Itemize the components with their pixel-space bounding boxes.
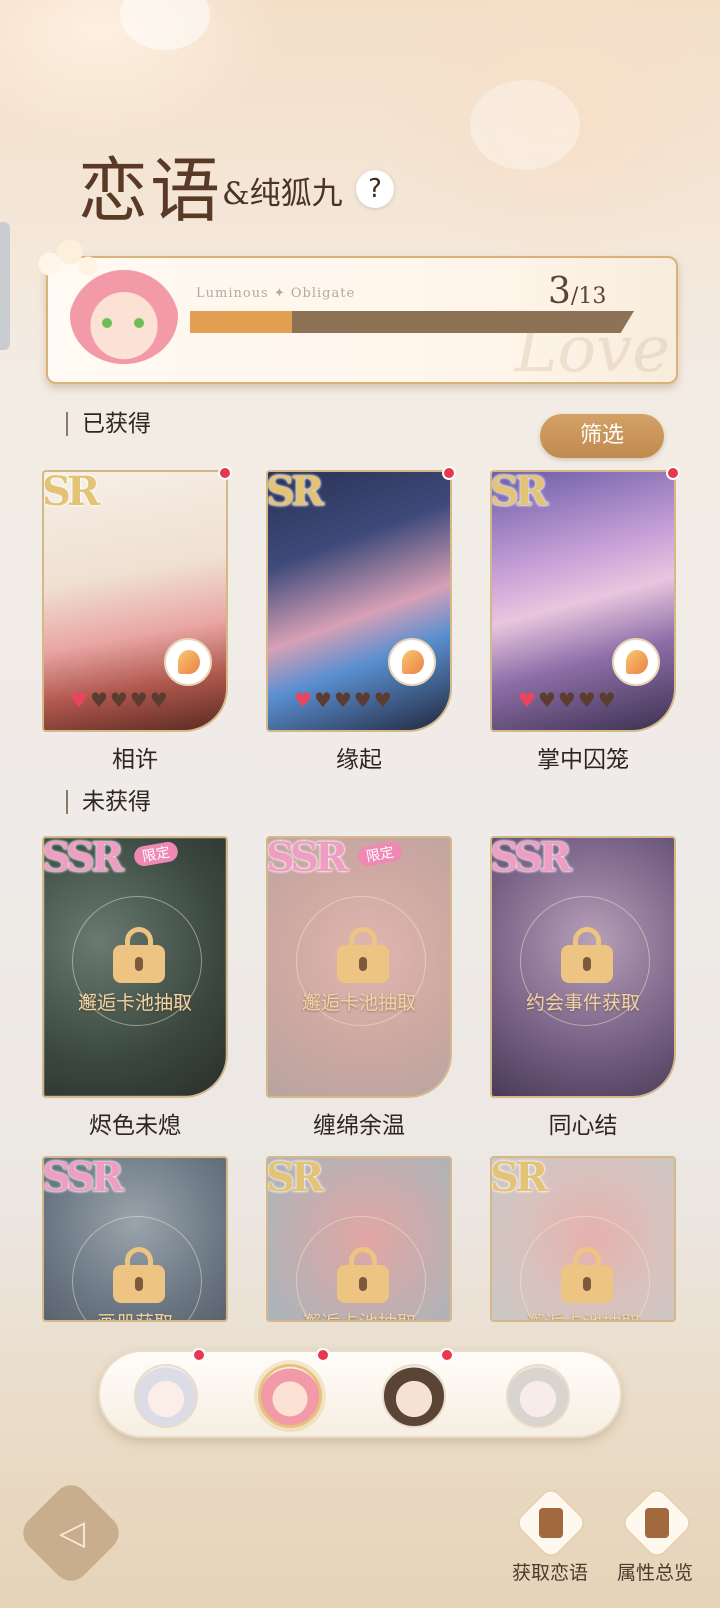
affinity-hearts: ♥♥♥♥♥ xyxy=(70,688,170,712)
rarity-badge: SR xyxy=(266,470,324,515)
attribute-overview-label: 属性总览 xyxy=(617,1562,694,1584)
affinity-hearts: ♥♥♥♥♥ xyxy=(294,688,394,712)
notification-dot xyxy=(218,466,232,480)
rarity-badge: SR xyxy=(490,1156,548,1201)
card-book-icon xyxy=(539,1508,563,1538)
side-drawer-handle[interactable] xyxy=(0,222,10,350)
rarity-badge: SSR xyxy=(42,836,124,881)
filter-button[interactable]: 筛选 xyxy=(540,414,664,458)
lock-icon xyxy=(337,1247,389,1303)
progress-bar xyxy=(190,311,634,333)
back-arrow-icon: ◁ xyxy=(58,1513,86,1553)
brown-hair-character-avatar[interactable] xyxy=(382,1364,446,1428)
section-title-unobtained: 未获得 xyxy=(66,790,151,814)
card-locked[interactable]: SR 邂逅卡池抽取 xyxy=(490,1156,676,1322)
progress-subtitle: Luminous ✦ Obligate xyxy=(196,286,356,301)
unlock-method: 画册获取 xyxy=(44,1308,226,1320)
flower-decoration-icon xyxy=(36,236,98,278)
unlock-method: 邂逅卡池抽取 xyxy=(492,1308,674,1320)
silver-hair-character-avatar[interactable] xyxy=(506,1364,570,1428)
card-name: 同心结 xyxy=(548,1113,618,1139)
card-obtained[interactable]: SR ♥♥♥♥♥ xyxy=(490,470,676,732)
white-hair-character-avatar[interactable] xyxy=(134,1364,198,1428)
attribute-overview-button[interactable] xyxy=(618,1484,696,1564)
card-name: 相许 xyxy=(112,747,158,773)
scroll-book-icon xyxy=(645,1508,669,1538)
rarity-badge: SR xyxy=(490,470,548,515)
rarity-badge: SSR xyxy=(266,836,348,881)
lock-icon xyxy=(337,927,389,983)
card-name: 缘起 xyxy=(336,747,382,773)
character-avatar xyxy=(70,268,178,364)
card-name: 缠绵余温 xyxy=(313,1113,405,1139)
help-button[interactable]: ? xyxy=(356,170,394,208)
unlock-method: 邂逅卡池抽取 xyxy=(77,992,192,1014)
rarity-badge: SR xyxy=(42,470,100,515)
pink-hair-character-avatar[interactable] xyxy=(258,1364,322,1428)
lock-icon xyxy=(561,927,613,983)
character-chibi-icon xyxy=(388,638,436,686)
notification-dot xyxy=(316,1348,330,1362)
lock-icon xyxy=(113,927,165,983)
progress-total: /13 xyxy=(570,284,607,309)
lock-icon xyxy=(113,1247,165,1303)
unlock-method: 邂逅卡池抽取 xyxy=(301,992,416,1014)
notification-dot xyxy=(192,1348,206,1362)
rarity-badge: SR xyxy=(266,1156,324,1201)
card-locked[interactable]: SSR 约会事件获取 xyxy=(490,836,676,1098)
notification-dot xyxy=(442,466,456,480)
card-locked[interactable]: SSR 画册获取 xyxy=(42,1156,228,1322)
character-chibi-icon xyxy=(164,638,212,686)
card-locked[interactable]: SSR 限定 邂逅卡池抽取 xyxy=(42,836,228,1098)
card-name: 烬色未熄 xyxy=(89,1113,181,1139)
notification-dot xyxy=(440,1348,454,1362)
page-title: 恋语 xyxy=(78,150,222,232)
lock-icon xyxy=(561,1247,613,1303)
card-locked[interactable]: SR 邂逅卡池抽取 xyxy=(266,1156,452,1322)
progress-current: 3 xyxy=(548,271,571,312)
rarity-badge: SSR xyxy=(490,836,572,881)
character-name: &纯狐九 xyxy=(222,176,343,212)
progress-bar-fill xyxy=(190,311,293,333)
get-love-words-button[interactable] xyxy=(512,1484,590,1564)
notification-dot xyxy=(666,466,680,480)
card-locked[interactable]: SSR 限定 邂逅卡池抽取 xyxy=(266,836,452,1098)
unlock-method: 邂逅卡池抽取 xyxy=(268,1308,450,1320)
section-title-obtained: 已获得 xyxy=(66,412,151,436)
rarity-badge: SSR xyxy=(42,1156,124,1201)
card-obtained[interactable]: SR ♥♥♥♥♥ xyxy=(266,470,452,732)
character-switcher xyxy=(98,1350,622,1438)
decor-flower xyxy=(470,80,580,170)
card-obtained[interactable]: SR ♥♥♥♥♥ xyxy=(42,470,228,732)
card-name: 掌中囚笼 xyxy=(537,747,629,773)
get-love-words-label: 获取恋语 xyxy=(512,1562,589,1584)
affinity-hearts: ♥♥♥♥♥ xyxy=(518,688,618,712)
unlock-method: 约会事件获取 xyxy=(525,992,640,1014)
character-chibi-icon xyxy=(612,638,660,686)
progress-count: 3/13 xyxy=(548,271,606,312)
